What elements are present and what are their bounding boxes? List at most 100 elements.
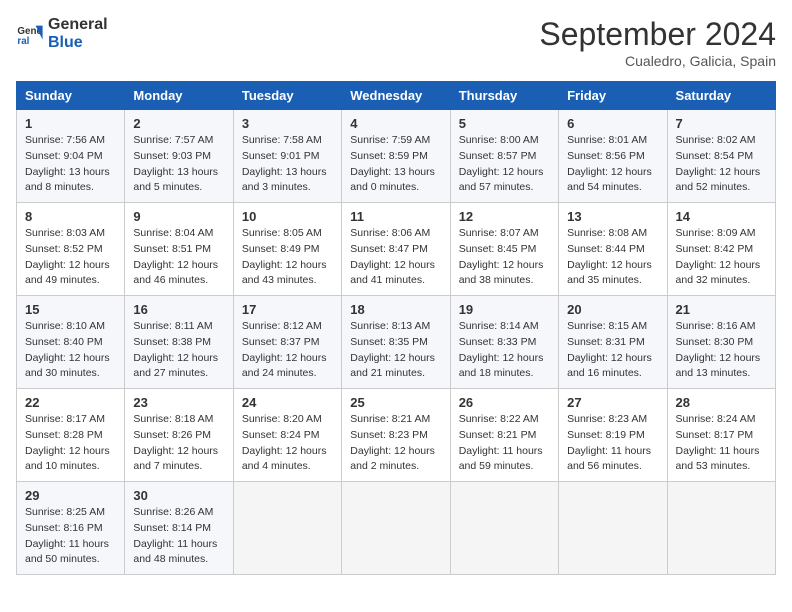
- calendar-cell: 27 Sunrise: 8:23 AMSunset: 8:19 PMDayligh…: [559, 389, 667, 482]
- day-detail: Sunrise: 8:18 AMSunset: 8:26 PMDaylight:…: [133, 412, 224, 475]
- calendar-day-header: Friday: [559, 82, 667, 110]
- calendar-body: 1 Sunrise: 7:56 AMSunset: 9:04 PMDaylight…: [17, 110, 776, 575]
- calendar-cell: [559, 482, 667, 575]
- calendar-cell: 15 Sunrise: 8:10 AMSunset: 8:40 PMDayligh…: [17, 296, 125, 389]
- day-number: 4: [350, 116, 441, 131]
- day-number: 19: [459, 302, 550, 317]
- calendar-cell: 11Sunrise: 8:06 AMSunset: 8:47 PMDayligh…: [342, 203, 450, 296]
- day-number: 10: [242, 209, 333, 224]
- calendar-cell: 14 Sunrise: 8:09 AMSunset: 8:42 PMDayligh…: [667, 203, 775, 296]
- calendar-cell: [233, 482, 341, 575]
- month-title: September 2024: [539, 16, 776, 53]
- calendar-cell: [342, 482, 450, 575]
- calendar-table: SundayMondayTuesdayWednesdayThursdayFrid…: [16, 81, 776, 575]
- day-number: 6: [567, 116, 658, 131]
- calendar-cell: [667, 482, 775, 575]
- day-detail: Sunrise: 8:25 AMSunset: 8:16 PMDaylight:…: [25, 505, 116, 568]
- day-number: 8: [25, 209, 116, 224]
- calendar-cell: 26 Sunrise: 8:22 AMSunset: 8:21 PMDayligh…: [450, 389, 558, 482]
- day-detail: Sunrise: 8:20 AMSunset: 8:24 PMDaylight:…: [242, 412, 333, 475]
- calendar-cell: 12 Sunrise: 8:07 AMSunset: 8:45 PMDayligh…: [450, 203, 558, 296]
- day-number: 27: [567, 395, 658, 410]
- calendar-cell: 24Sunrise: 8:20 AMSunset: 8:24 PMDayligh…: [233, 389, 341, 482]
- day-detail: Sunrise: 8:07 AMSunset: 8:45 PMDaylight:…: [459, 226, 550, 289]
- day-number: 29: [25, 488, 116, 503]
- calendar-week-row: 1 Sunrise: 7:56 AMSunset: 9:04 PMDaylight…: [17, 110, 776, 203]
- day-detail: Sunrise: 8:08 AMSunset: 8:44 PMDaylight:…: [567, 226, 658, 289]
- calendar-week-row: 29 Sunrise: 8:25 AMSunset: 8:16 PMDayligh…: [17, 482, 776, 575]
- day-detail: Sunrise: 8:17 AMSunset: 8:28 PMDaylight:…: [25, 412, 116, 475]
- calendar-day-header: Tuesday: [233, 82, 341, 110]
- day-detail: Sunrise: 8:09 AMSunset: 8:42 PMDaylight:…: [676, 226, 767, 289]
- calendar-day-header: Thursday: [450, 82, 558, 110]
- calendar-cell: 9Sunrise: 8:04 AMSunset: 8:51 PMDaylight…: [125, 203, 233, 296]
- day-number: 17: [242, 302, 333, 317]
- day-detail: Sunrise: 8:21 AMSunset: 8:23 PMDaylight:…: [350, 412, 441, 475]
- calendar-header-row: SundayMondayTuesdayWednesdayThursdayFrid…: [17, 82, 776, 110]
- calendar-cell: 30 Sunrise: 8:26 AMSunset: 8:14 PMDayligh…: [125, 482, 233, 575]
- day-number: 11: [350, 209, 441, 224]
- day-detail: Sunrise: 8:12 AMSunset: 8:37 PMDaylight:…: [242, 319, 333, 382]
- calendar-cell: 18 Sunrise: 8:13 AMSunset: 8:35 PMDayligh…: [342, 296, 450, 389]
- calendar-cell: 23 Sunrise: 8:18 AMSunset: 8:26 PMDayligh…: [125, 389, 233, 482]
- logo: Gene ral General Blue: [16, 16, 108, 51]
- day-detail: Sunrise: 8:22 AMSunset: 8:21 PMDaylight:…: [459, 412, 550, 475]
- day-number: 23: [133, 395, 224, 410]
- calendar-cell: 19Sunrise: 8:14 AMSunset: 8:33 PMDayligh…: [450, 296, 558, 389]
- day-detail: Sunrise: 8:10 AMSunset: 8:40 PMDaylight:…: [25, 319, 116, 382]
- calendar-cell: 20 Sunrise: 8:15 AMSunset: 8:31 PMDayligh…: [559, 296, 667, 389]
- day-number: 7: [676, 116, 767, 131]
- calendar-cell: 13 Sunrise: 8:08 AMSunset: 8:44 PMDayligh…: [559, 203, 667, 296]
- page-header: Gene ral General Blue September 2024 Cua…: [16, 16, 776, 69]
- day-detail: Sunrise: 8:03 AMSunset: 8:52 PMDaylight:…: [25, 226, 116, 289]
- calendar-week-row: 22 Sunrise: 8:17 AMSunset: 8:28 PMDayligh…: [17, 389, 776, 482]
- day-detail: Sunrise: 8:13 AMSunset: 8:35 PMDaylight:…: [350, 319, 441, 382]
- day-detail: Sunrise: 7:58 AMSunset: 9:01 PMDaylight:…: [242, 133, 333, 196]
- day-number: 12: [459, 209, 550, 224]
- calendar-cell: 17 Sunrise: 8:12 AMSunset: 8:37 PMDayligh…: [233, 296, 341, 389]
- day-number: 25: [350, 395, 441, 410]
- calendar-cell: 16 Sunrise: 8:11 AMSunset: 8:38 PMDayligh…: [125, 296, 233, 389]
- title-block: September 2024 Cualedro, Galicia, Spain: [539, 16, 776, 69]
- calendar-day-header: Sunday: [17, 82, 125, 110]
- day-detail: Sunrise: 8:26 AMSunset: 8:14 PMDaylight:…: [133, 505, 224, 568]
- day-detail: Sunrise: 8:05 AMSunset: 8:49 PMDaylight:…: [242, 226, 333, 289]
- day-detail: Sunrise: 7:56 AMSunset: 9:04 PMDaylight:…: [25, 133, 116, 196]
- calendar-cell: 22 Sunrise: 8:17 AMSunset: 8:28 PMDayligh…: [17, 389, 125, 482]
- day-number: 16: [133, 302, 224, 317]
- day-number: 26: [459, 395, 550, 410]
- calendar-cell: 21Sunrise: 8:16 AMSunset: 8:30 PMDayligh…: [667, 296, 775, 389]
- svg-text:ral: ral: [17, 35, 29, 46]
- calendar-day-header: Monday: [125, 82, 233, 110]
- day-detail: Sunrise: 8:16 AMSunset: 8:30 PMDaylight:…: [676, 319, 767, 382]
- calendar-cell: 8 Sunrise: 8:03 AMSunset: 8:52 PMDaylight…: [17, 203, 125, 296]
- calendar-cell: 29 Sunrise: 8:25 AMSunset: 8:16 PMDayligh…: [17, 482, 125, 575]
- calendar-week-row: 15 Sunrise: 8:10 AMSunset: 8:40 PMDayligh…: [17, 296, 776, 389]
- day-detail: Sunrise: 8:24 AMSunset: 8:17 PMDaylight:…: [676, 412, 767, 475]
- calendar-cell: 3Sunrise: 7:58 AMSunset: 9:01 PMDaylight…: [233, 110, 341, 203]
- calendar-day-header: Saturday: [667, 82, 775, 110]
- logo-icon: Gene ral: [16, 20, 44, 48]
- calendar-cell: 5 Sunrise: 8:00 AMSunset: 8:57 PMDaylight…: [450, 110, 558, 203]
- day-number: 22: [25, 395, 116, 410]
- day-detail: Sunrise: 8:23 AMSunset: 8:19 PMDaylight:…: [567, 412, 658, 475]
- day-number: 20: [567, 302, 658, 317]
- day-number: 1: [25, 116, 116, 131]
- calendar-cell: 7Sunrise: 8:02 AMSunset: 8:54 PMDaylight…: [667, 110, 775, 203]
- day-number: 15: [25, 302, 116, 317]
- day-number: 13: [567, 209, 658, 224]
- calendar-cell: 6 Sunrise: 8:01 AMSunset: 8:56 PMDaylight…: [559, 110, 667, 203]
- day-detail: Sunrise: 8:11 AMSunset: 8:38 PMDaylight:…: [133, 319, 224, 382]
- day-number: 5: [459, 116, 550, 131]
- day-detail: Sunrise: 7:59 AMSunset: 8:59 PMDaylight:…: [350, 133, 441, 196]
- day-number: 30: [133, 488, 224, 503]
- calendar-cell: 28 Sunrise: 8:24 AMSunset: 8:17 PMDayligh…: [667, 389, 775, 482]
- day-detail: Sunrise: 8:01 AMSunset: 8:56 PMDaylight:…: [567, 133, 658, 196]
- calendar-day-header: Wednesday: [342, 82, 450, 110]
- day-number: 18: [350, 302, 441, 317]
- day-number: 28: [676, 395, 767, 410]
- day-detail: Sunrise: 8:00 AMSunset: 8:57 PMDaylight:…: [459, 133, 550, 196]
- day-detail: Sunrise: 8:15 AMSunset: 8:31 PMDaylight:…: [567, 319, 658, 382]
- calendar-cell: 4 Sunrise: 7:59 AMSunset: 8:59 PMDaylight…: [342, 110, 450, 203]
- day-number: 14: [676, 209, 767, 224]
